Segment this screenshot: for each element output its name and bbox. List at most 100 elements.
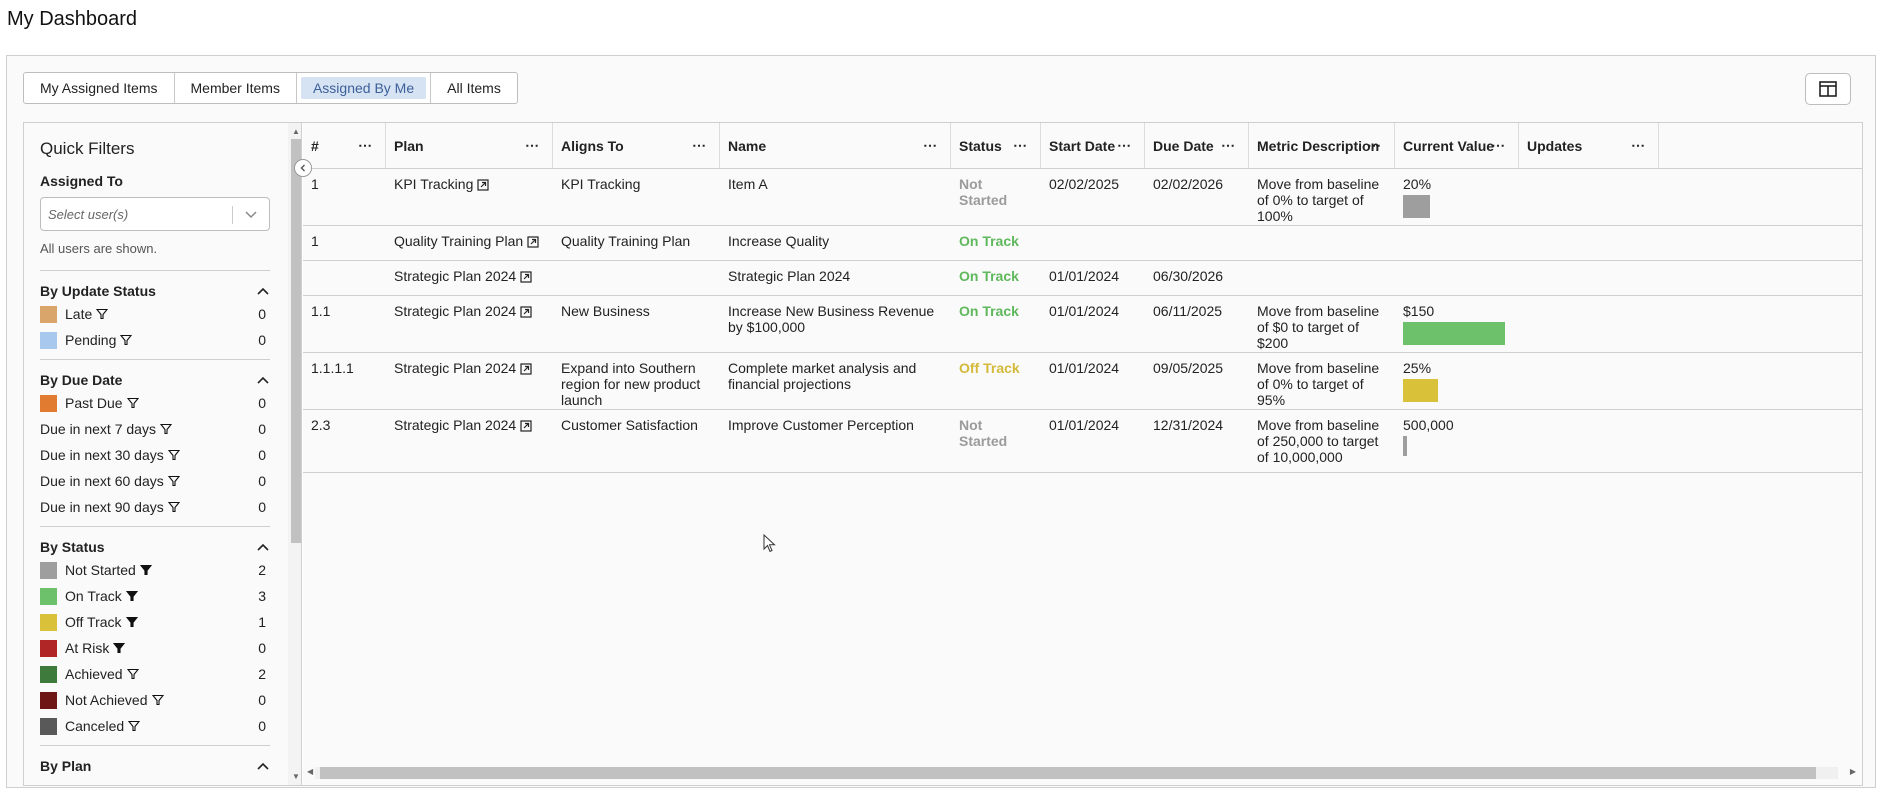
sidebar-scrollbar[interactable]: ▲ ▼ xyxy=(288,123,301,785)
filter-funnel-filled-icon[interactable] xyxy=(125,590,138,602)
due-date-filter[interactable]: Due in next 30 days 0 xyxy=(40,442,270,468)
column-header[interactable]: Status ⋯ xyxy=(951,123,1041,168)
user-select[interactable]: Select user(s) xyxy=(40,197,270,231)
status-filter[interactable]: At Risk 0 xyxy=(40,635,270,661)
chevron-up-icon[interactable] xyxy=(256,542,270,552)
tab-my-assigned-items[interactable]: My Assigned Items xyxy=(24,73,175,103)
open-external-icon[interactable] xyxy=(520,306,532,318)
filter-funnel-filled-icon[interactable] xyxy=(139,564,152,576)
cell-plan-text[interactable]: Strategic Plan 2024 xyxy=(394,303,516,319)
open-external-icon[interactable] xyxy=(520,271,532,283)
filter-funnel-icon[interactable] xyxy=(128,720,141,732)
filter-funnel-filled-icon[interactable] xyxy=(125,616,138,628)
scroll-up-arrow-icon[interactable]: ▲ xyxy=(292,127,300,136)
scroll-right-arrow-icon[interactable]: ▶ xyxy=(1850,767,1856,776)
horizontal-scroll-thumb[interactable] xyxy=(320,767,1816,779)
column-header[interactable]: Start Date ⋯ xyxy=(1041,123,1145,168)
users-note: All users are shown. xyxy=(40,241,158,256)
divider xyxy=(40,526,270,527)
cell-plan-text[interactable]: KPI Tracking xyxy=(394,176,473,192)
due-date-filter[interactable]: Due in next 90 days 0 xyxy=(40,494,270,520)
filter-funnel-filled-icon[interactable] xyxy=(113,642,126,654)
cell-plan-text[interactable]: Quality Training Plan xyxy=(394,233,523,249)
column-header[interactable]: # ⋯ xyxy=(303,123,386,168)
column-menu-icon[interactable]: ⋯ xyxy=(692,137,707,154)
cell-name: Increase Quality xyxy=(720,226,951,260)
sidebar-scroll-thumb[interactable] xyxy=(291,139,301,543)
tab-all-items[interactable]: All Items xyxy=(431,73,517,103)
column-header[interactable]: Updates ⋯ xyxy=(1519,123,1659,168)
due-date-header[interactable]: By Due Date xyxy=(40,370,270,390)
cell-plan-text[interactable]: Strategic Plan 2024 xyxy=(394,360,516,376)
cell-value xyxy=(1395,226,1519,260)
open-external-icon[interactable] xyxy=(520,420,532,432)
status-filter[interactable]: Canceled 0 xyxy=(40,713,270,739)
table-row[interactable]: 1.1 Strategic Plan 2024 New Business Increa… xyxy=(303,296,1862,353)
due-date-filter[interactable]: Due in next 60 days 0 xyxy=(40,468,270,494)
filter-funnel-icon[interactable] xyxy=(126,397,139,409)
column-header[interactable]: Current Value ⋯ xyxy=(1395,123,1519,168)
filter-funnel-icon[interactable] xyxy=(167,475,180,487)
due-date-filter[interactable]: Past Due 0 xyxy=(40,390,270,416)
filter-funnel-icon[interactable] xyxy=(167,449,180,461)
filter-funnel-icon[interactable] xyxy=(167,501,180,513)
divider xyxy=(40,745,270,746)
cell-plan-text[interactable]: Strategic Plan 2024 xyxy=(394,268,516,284)
filter-label: At Risk xyxy=(65,640,110,656)
table-row[interactable]: Strategic Plan 2024 Strategic Plan 2024 On… xyxy=(303,261,1862,296)
open-external-icon[interactable] xyxy=(527,236,539,248)
update-status-filter[interactable]: Late 0 xyxy=(40,301,270,327)
cell-metric: Move from baseline of 0% to target of 10… xyxy=(1249,169,1395,225)
column-header[interactable]: Aligns To ⋯ xyxy=(553,123,720,168)
column-menu-icon[interactable]: ⋯ xyxy=(1117,137,1132,154)
open-external-icon[interactable] xyxy=(477,179,489,191)
chevron-up-icon[interactable] xyxy=(256,761,270,771)
chevron-down-icon[interactable] xyxy=(243,206,259,222)
filter-funnel-icon[interactable] xyxy=(151,694,164,706)
view-tabs: My Assigned Items Member Items Assigned … xyxy=(23,72,518,104)
column-menu-icon[interactable]: ⋯ xyxy=(1367,137,1382,154)
chevron-up-icon[interactable] xyxy=(256,375,270,385)
tab-member-items[interactable]: Member Items xyxy=(175,73,297,103)
status-filter[interactable]: Achieved 2 xyxy=(40,661,270,687)
status-filter[interactable]: Not Achieved 0 xyxy=(40,687,270,713)
tab-assigned-by-me[interactable]: Assigned By Me xyxy=(297,73,432,103)
filter-funnel-icon[interactable] xyxy=(126,668,139,680)
collapse-sidebar-button[interactable] xyxy=(294,159,312,177)
horizontal-scrollbar[interactable]: ◀ ▶ xyxy=(303,757,1862,785)
table-row[interactable]: 1.1.1.1 Strategic Plan 2024 Expand into So… xyxy=(303,353,1862,410)
status-filter[interactable]: Off Track 1 xyxy=(40,609,270,635)
table-row[interactable]: 2.3 Strategic Plan 2024 Customer Satisfact… xyxy=(303,410,1862,473)
status-filter[interactable]: On Track 3 xyxy=(40,583,270,609)
column-layout-button[interactable] xyxy=(1805,73,1851,105)
update-status-filter[interactable]: Pending 0 xyxy=(40,327,270,353)
column-header[interactable]: Due Date ⋯ xyxy=(1145,123,1249,168)
scroll-down-arrow-icon[interactable]: ▼ xyxy=(292,772,300,781)
column-menu-icon[interactable]: ⋯ xyxy=(1221,137,1236,154)
status-filter[interactable]: Not Started 2 xyxy=(40,557,270,583)
column-header[interactable]: Metric Description ⋯ xyxy=(1249,123,1395,168)
filter-funnel-icon[interactable] xyxy=(96,308,109,320)
column-menu-icon[interactable]: ⋯ xyxy=(1491,137,1506,154)
column-menu-icon[interactable]: ⋯ xyxy=(923,137,938,154)
open-external-icon[interactable] xyxy=(520,363,532,375)
plan-filter-header[interactable]: By Plan xyxy=(40,756,270,776)
column-menu-icon[interactable]: ⋯ xyxy=(525,137,540,154)
status-filter-header[interactable]: By Status xyxy=(40,537,270,557)
column-header[interactable]: Name ⋯ xyxy=(720,123,951,168)
cell-plan-text[interactable]: Strategic Plan 2024 xyxy=(394,417,516,433)
table-row[interactable]: 1 Quality Training Plan Quality Training P… xyxy=(303,226,1862,261)
due-date-filter[interactable]: Due in next 7 days 0 xyxy=(40,416,270,442)
tab-label: Assigned By Me xyxy=(300,77,427,99)
filter-funnel-icon[interactable] xyxy=(159,423,172,435)
dashboard-panel: My Assigned Items Member Items Assigned … xyxy=(6,55,1876,788)
column-menu-icon[interactable]: ⋯ xyxy=(358,137,373,154)
column-menu-icon[interactable]: ⋯ xyxy=(1013,137,1028,154)
filter-funnel-icon[interactable] xyxy=(120,334,133,346)
update-status-header[interactable]: By Update Status xyxy=(40,281,270,301)
chevron-up-icon[interactable] xyxy=(256,286,270,296)
column-header[interactable]: Plan ⋯ xyxy=(386,123,553,168)
table-row[interactable]: 1 KPI Tracking KPI Tracking Item A Not Start… xyxy=(303,169,1862,226)
column-menu-icon[interactable]: ⋯ xyxy=(1631,137,1646,154)
scroll-left-arrow-icon[interactable]: ◀ xyxy=(307,767,313,776)
